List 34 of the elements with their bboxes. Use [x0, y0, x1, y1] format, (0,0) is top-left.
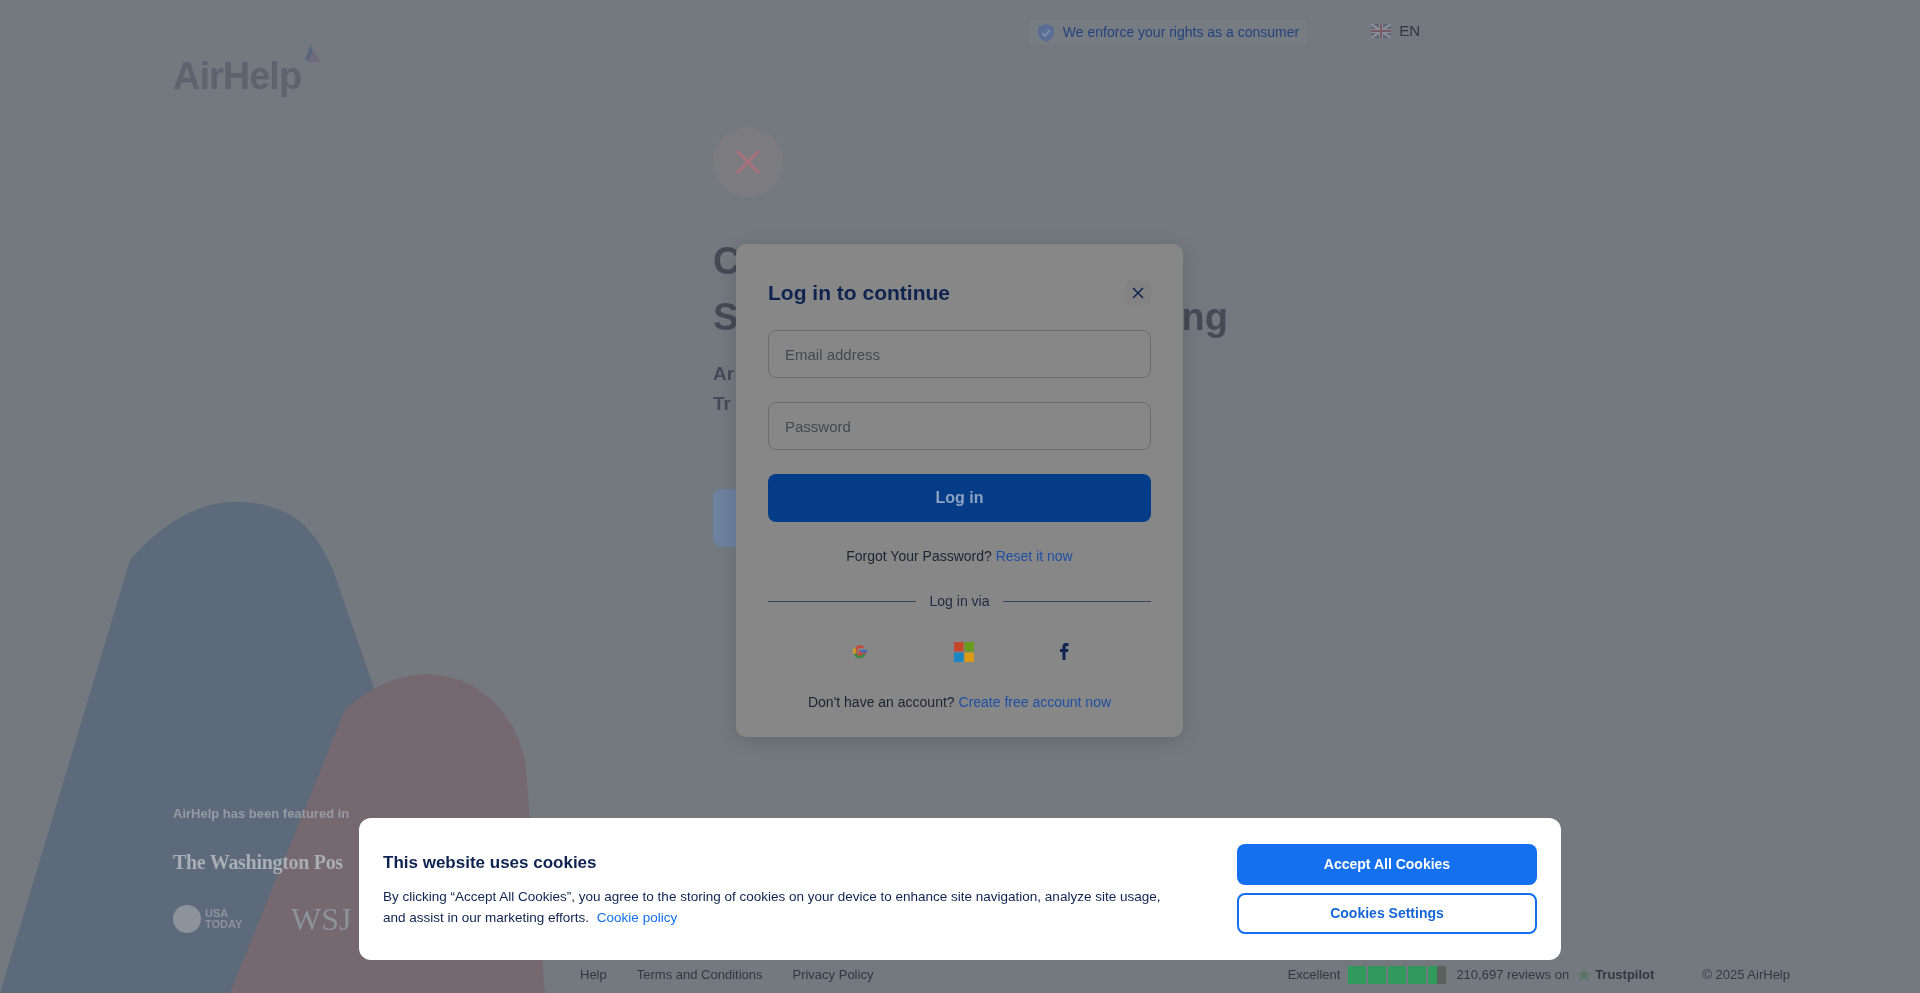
- shield-check-icon: [1036, 22, 1055, 43]
- rating-label: Excellent: [1287, 966, 1341, 985]
- cookie-title: This website uses cookies: [383, 852, 598, 875]
- footer-link[interactable]: Help: [580, 965, 607, 985]
- language-selector[interactable]: EN: [1399, 20, 1420, 43]
- cookie-policy-link[interactable]: Cookie policy: [596, 909, 678, 925]
- tagline-text: We enforce your rights as a consumer: [1062, 23, 1300, 42]
- forgot-password-text: Forgot Your Password? Reset it now: [845, 547, 1074, 566]
- cross-icon: [735, 149, 761, 175]
- flag-icon: [1371, 24, 1392, 39]
- trustpilot-logo[interactable]: Trustpilot: [1595, 965, 1655, 985]
- footer-link[interactable]: Privacy Policy: [792, 965, 874, 985]
- reset-link[interactable]: Reset it now: [995, 548, 1073, 564]
- close-button[interactable]: [1125, 280, 1151, 306]
- cookie-notice: By clicking “Accept All Cookies”, you agree to the storing of cookies on your device to enhance site navigation, analyze site usage, and assist in our marketing efforts. Cookie policy: [383, 887, 1162, 927]
- google-icon: [850, 642, 869, 660]
- divider-label: Log in via: [929, 592, 990, 611]
- login-button[interactable]: Log in: [768, 474, 1151, 522]
- social-login-button[interactable]: [1058, 642, 1069, 662]
- input-field[interactable]: Password: [768, 402, 1151, 450]
- close-icon: [1132, 287, 1144, 299]
- signup-text: Don't have an account? Create free account now: [806, 693, 1113, 712]
- star-icon: [1577, 968, 1592, 982]
- press-logo: The Washington Pos: [173, 850, 344, 876]
- signup-link[interactable]: Create free account now: [958, 694, 1112, 710]
- footer-link[interactable]: Terms and Conditions: [636, 965, 763, 985]
- input-field[interactable]: Email address: [768, 330, 1151, 378]
- dialog-title: Log in to continue: [768, 280, 950, 306]
- copyright-text: © 2025 AirHelp: [1702, 966, 1790, 985]
- reviews-count: 210,697 reviews on: [1456, 966, 1570, 985]
- windows-logo-icon: [953, 642, 974, 662]
- cookie-settings-button[interactable]: Cookies Settings: [1237, 893, 1537, 934]
- accept-cookies-button[interactable]: Accept All Cookies: [1237, 844, 1537, 885]
- facebook-icon: [1058, 642, 1069, 660]
